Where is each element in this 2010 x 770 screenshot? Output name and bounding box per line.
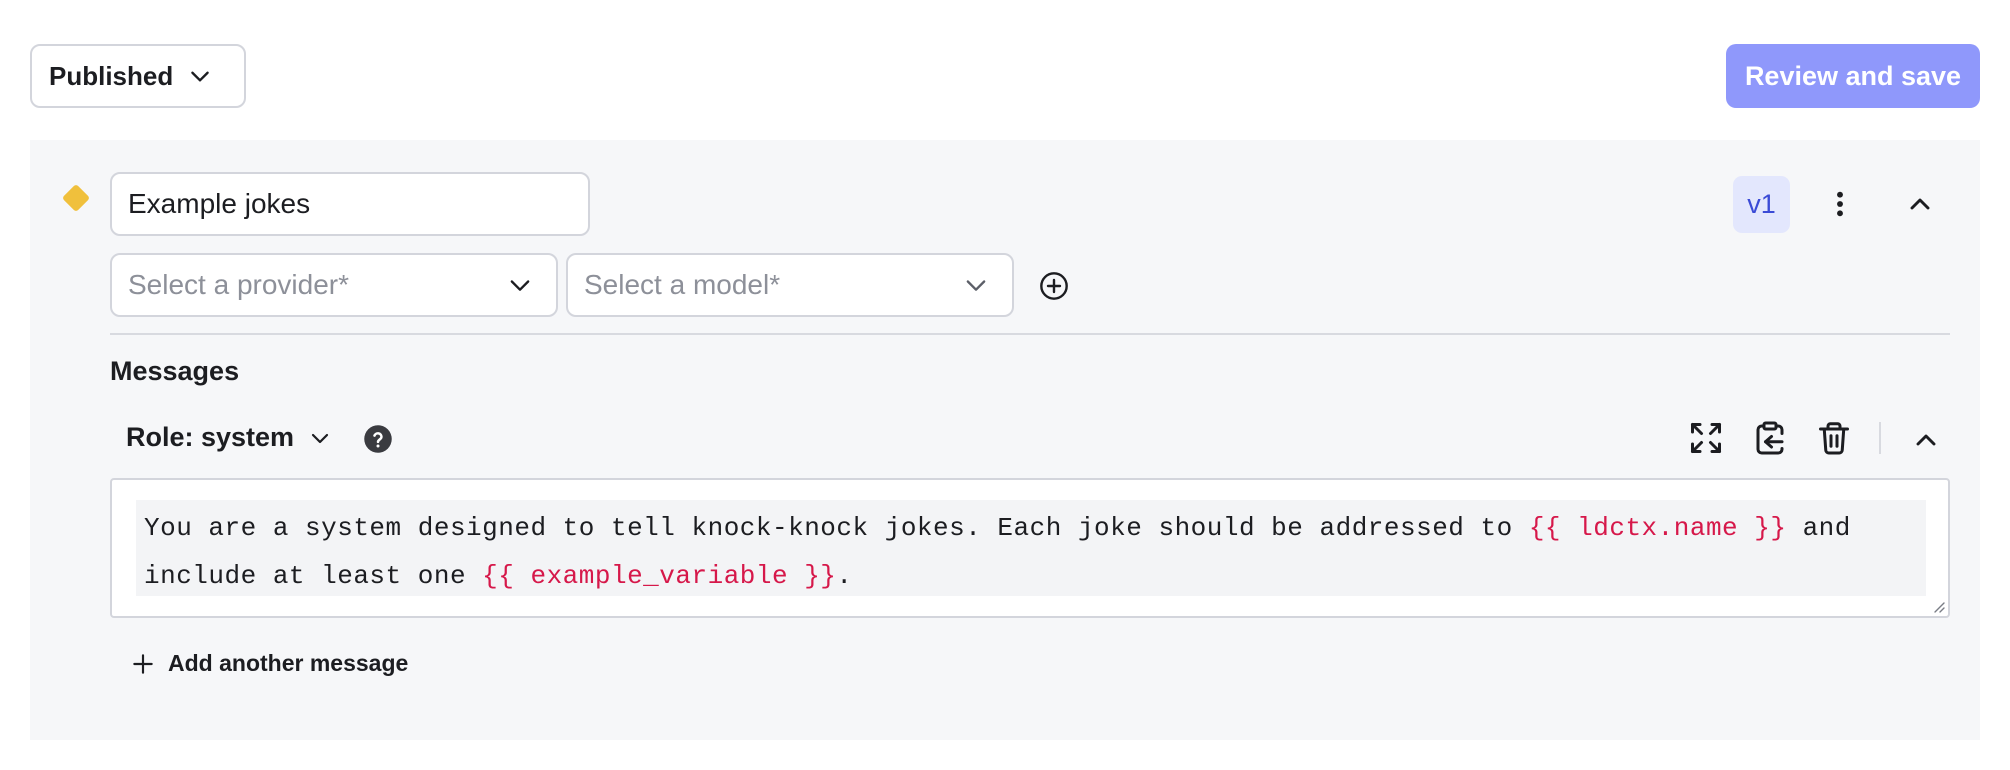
section-divider — [110, 333, 1950, 335]
variation-color-indicator — [61, 183, 91, 213]
add-another-message-label: Add another message — [168, 650, 409, 676]
chevron-up-icon[interactable] — [1904, 188, 1936, 220]
plus-icon — [133, 653, 153, 674]
expand-icon[interactable] — [1688, 420, 1724, 456]
add-another-message-button[interactable]: Add another message — [130, 650, 408, 677]
chevron-down-icon — [311, 433, 329, 443]
variation-name-input[interactable] — [110, 172, 590, 236]
status-dropdown[interactable]: Published — [30, 44, 246, 108]
chevron-down-icon — [191, 71, 210, 82]
toolbar-divider — [1879, 422, 1881, 454]
provider-select-placeholder: Select a provider* — [128, 269, 350, 300]
chevron-down-icon — [510, 280, 530, 291]
message-editor[interactable]: You are a system designed to tell knock-… — [110, 478, 1950, 618]
message-text-segment: You are a system designed to tell knock-… — [144, 513, 1529, 543]
message-text-segment: . — [836, 561, 853, 591]
resize-handle-icon[interactable] — [1930, 598, 1946, 614]
version-badge[interactable]: v1 — [1733, 176, 1790, 233]
role-dropdown[interactable]: Role: system — [126, 422, 332, 453]
messages-heading: Messages — [110, 356, 240, 386]
template-variable: {{ example_variable }} — [482, 561, 837, 591]
model-select[interactable]: Select a model* — [566, 253, 1014, 317]
add-model-plus-circle-icon[interactable] — [1038, 270, 1070, 302]
chevron-down-icon — [966, 280, 986, 291]
review-and-save-button[interactable]: Review and save — [1726, 44, 1980, 108]
clipboard-paste-icon[interactable] — [1752, 420, 1788, 456]
kebab-icon[interactable] — [1824, 188, 1856, 220]
trash-icon[interactable] — [1816, 420, 1852, 456]
status-dropdown-label: Published — [49, 60, 174, 91]
variation-panel: Select a provider* Select a model* v1 Me… — [30, 140, 1980, 740]
help-icon[interactable] — [363, 424, 393, 454]
role-dropdown-label: Role: system — [126, 422, 295, 452]
template-variable: {{ ldctx.name }} — [1528, 513, 1787, 543]
chevron-up-icon[interactable] — [1910, 424, 1942, 456]
message-text[interactable]: You are a system designed to tell knock-… — [136, 500, 1926, 596]
model-select-placeholder: Select a model* — [584, 269, 781, 300]
provider-select[interactable]: Select a provider* — [110, 253, 558, 317]
